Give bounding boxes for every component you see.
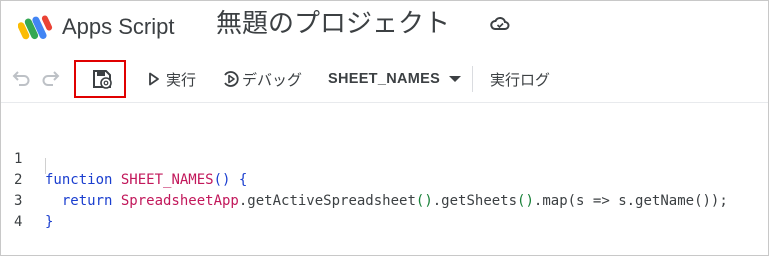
undo-icon [12, 71, 30, 86]
line-number: 4 [14, 214, 23, 230]
run-label: 実行 [166, 70, 197, 89]
debug-icon [224, 71, 239, 87]
run-button[interactable]: 実行 [148, 67, 196, 91]
redo-button[interactable] [40, 68, 62, 88]
keyword-token: function [45, 172, 113, 188]
code-line[interactable]: 2 return SpreadsheetApp.getActiveSpreads… [0, 149, 728, 209]
dropdown-caret-icon [449, 76, 462, 82]
paren-token: () [517, 193, 534, 209]
execution-log-button[interactable]: 実行ログ [490, 67, 550, 91]
header: Apps Script 無題のプロジェクト [0, 0, 769, 52]
indent-guide [45, 158, 46, 174]
toolbar: 実行 デバッグ SHEET_NAMES 実行ログ [0, 56, 769, 102]
toolbar-divider [472, 66, 473, 92]
cloud-sync-icon [489, 15, 511, 33]
code-line[interactable]: 1 function SHEET_NAMES() { [0, 128, 247, 188]
method-token: .getActiveSpreadsheet [238, 193, 416, 209]
debug-button[interactable]: デバッグ [222, 67, 302, 91]
method-token: .getSheets [432, 193, 518, 209]
class-name-token: SpreadsheetApp [120, 193, 239, 209]
keyword-token: return [45, 193, 121, 209]
redo-icon [42, 71, 60, 86]
save-icon [93, 70, 112, 89]
undo-button[interactable] [10, 68, 32, 88]
function-select-value: SHEET_NAMES [328, 71, 441, 87]
punctuation-token: () { [213, 172, 248, 188]
paren-token: () [415, 193, 433, 209]
apps-script-logo[interactable] [17, 12, 54, 44]
function-select[interactable]: SHEET_NAMES [328, 67, 462, 91]
code-line[interactable]: 4 [0, 191, 34, 230]
debug-label: デバッグ [242, 70, 303, 89]
function-name-token: SHEET_NAMES [120, 172, 214, 188]
app-name: Apps Script [62, 14, 175, 39]
punctuation-token: } [45, 214, 54, 230]
project-title[interactable]: 無題のプロジェクト [216, 6, 450, 42]
toolbar-separator [1, 102, 768, 103]
play-icon [149, 72, 159, 86]
save-button[interactable] [91, 68, 113, 90]
method-token: .map(s => s.getName [533, 193, 695, 209]
execution-log-label: 実行ログ [490, 70, 551, 89]
paren-token: ()); [694, 193, 728, 209]
code-line[interactable]: 3 } [0, 170, 53, 230]
